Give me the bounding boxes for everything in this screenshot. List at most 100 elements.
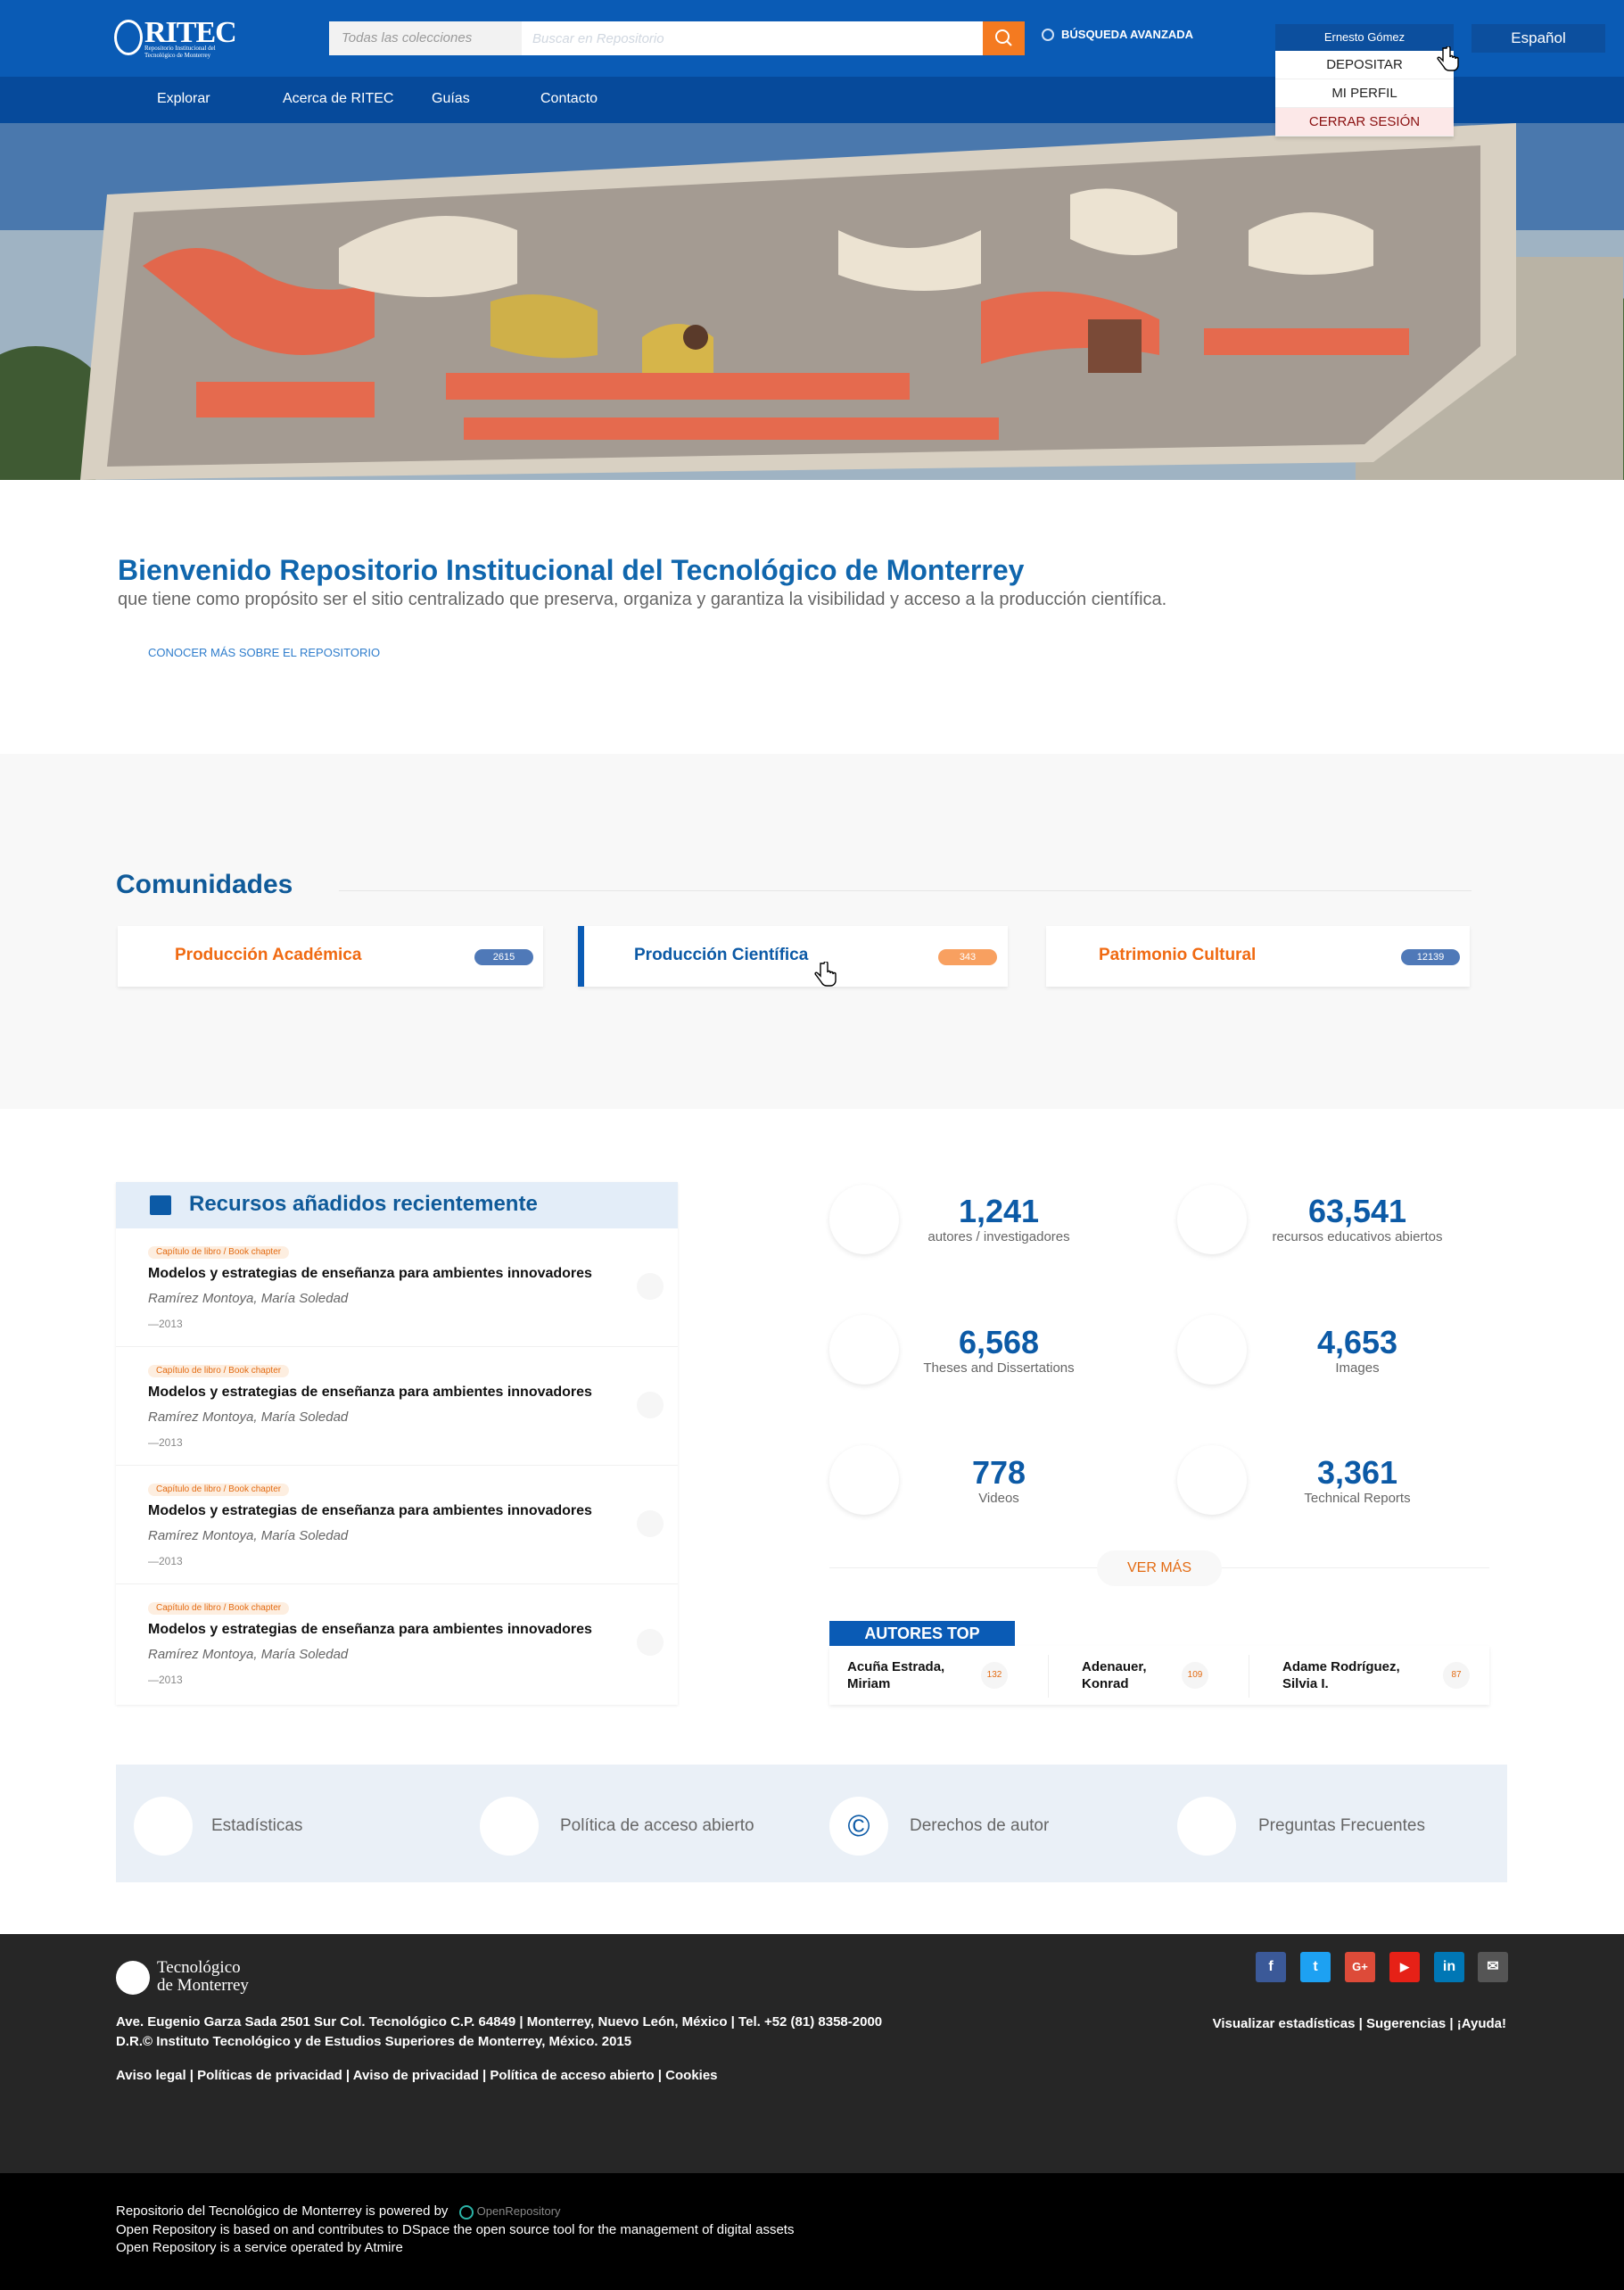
resource-action-icon[interactable]: [637, 1273, 664, 1300]
author-name-line: Silvia I.: [1282, 1676, 1329, 1691]
community-card-patrimonio[interactable]: Patrimonio Cultural 12139: [1046, 926, 1470, 987]
author-count-badge: 87: [1443, 1662, 1470, 1689]
divider: [1048, 1655, 1049, 1698]
list-item[interactable]: Capítulo de libro / Book chapter Modelos…: [116, 1584, 678, 1703]
youtube-icon[interactable]: ▶: [1389, 1952, 1420, 1982]
resource-year: —2013: [148, 1674, 183, 1686]
community-count-badge: 2615: [474, 949, 533, 965]
nav-acerca[interactable]: Acerca de RITEC: [283, 77, 393, 123]
resource-type-tag: Capítulo de libro / Book chapter: [148, 1365, 290, 1377]
menu-item-cerrar-sesion[interactable]: CERRAR SESIÓN: [1275, 108, 1454, 136]
author-name[interactable]: Adame Rodríguez, Silvia I.: [1282, 1658, 1400, 1692]
resource-action-icon[interactable]: [637, 1629, 664, 1656]
chart-icon[interactable]: [134, 1797, 193, 1856]
quick-link-acceso-abierto[interactable]: Política de acceso abierto: [560, 1816, 754, 1836]
twitter-icon[interactable]: t: [1300, 1952, 1331, 1982]
tec-logo-text: Tecnológico de Monterrey: [157, 1959, 249, 1995]
community-card-academica[interactable]: Producción Académica 2615: [118, 926, 543, 987]
email-icon[interactable]: ✉: [1478, 1952, 1508, 1982]
quick-link-faq[interactable]: Preguntas Frecuentes: [1258, 1816, 1425, 1836]
list-item[interactable]: Capítulo de libro / Book chapter Modelos…: [116, 1466, 678, 1584]
google-plus-icon[interactable]: G+: [1345, 1952, 1375, 1982]
linkedin-icon[interactable]: in: [1434, 1952, 1464, 1982]
hero-banner: [0, 123, 1624, 480]
top-authors-list: Acuña Estrada, Miriam 132 Adenauer, Konr…: [829, 1646, 1489, 1705]
resource-year: —2013: [148, 1555, 183, 1567]
stat-value: 3,361: [1316, 1454, 1398, 1491]
footer-legal-links[interactable]: Aviso legal | Políticas de privacidad | …: [116, 2068, 718, 2083]
resource-title[interactable]: Modelos y estrategias de enseñanza para …: [148, 1503, 592, 1519]
hand-cursor-icon: [1437, 46, 1459, 71]
ritec-logo[interactable]: RITEC Repositorio Institucional del Tecn…: [114, 16, 237, 59]
nav-contacto[interactable]: Contacto: [540, 77, 598, 123]
copyright-icon[interactable]: ©: [829, 1797, 888, 1856]
quick-link-estadisticas[interactable]: Estadísticas: [211, 1816, 302, 1836]
powered-by-line: Repositorio del Tecnológico de Monterrey…: [116, 2203, 561, 2220]
book-icon: [150, 1195, 171, 1215]
copyright-glyph: ©: [847, 1809, 870, 1843]
faq-icon[interactable]: [1177, 1797, 1236, 1856]
logo-subtitle: Repositorio Institucional del Tecnológic…: [144, 45, 216, 59]
language-selector[interactable]: Español: [1471, 24, 1605, 53]
stat-value: 778: [971, 1454, 1026, 1491]
tec-logo-line: de Monterrey: [157, 1976, 249, 1995]
resource-title[interactable]: Modelos y estrategias de enseñanza para …: [148, 1622, 592, 1638]
tec-seal-icon: [116, 1961, 150, 1995]
author-name-line: Adame Rodríguez,: [1282, 1659, 1400, 1674]
author-name[interactable]: Acuña Estrada, Miriam: [847, 1658, 944, 1692]
resource-author: Ramírez Montoya, María Soledad: [148, 1291, 349, 1306]
author-name[interactable]: Adenauer, Konrad: [1082, 1658, 1147, 1692]
advanced-search-link[interactable]: BÚSQUEDA AVANZADA: [1042, 28, 1193, 41]
view-more-button[interactable]: VER MÁS: [1097, 1550, 1222, 1586]
nav-explorar[interactable]: Explorar: [157, 77, 210, 123]
search-icon: [995, 29, 1012, 46]
stat-value: 4,653: [1316, 1324, 1398, 1360]
nav-guias[interactable]: Guías: [432, 77, 470, 123]
author-count-badge: 109: [1182, 1662, 1208, 1689]
menu-item-mi-perfil[interactable]: MI PERFIL: [1275, 79, 1454, 108]
top-authors-title: AUTORES TOP: [829, 1621, 1015, 1646]
search-scope-select[interactable]: Todas las colecciones: [329, 21, 522, 55]
atmire-line: Open Repository is a service operated by…: [116, 2240, 403, 2255]
address-line: Ave. Eugenio Garza Sada 2501 Sur Col. Te…: [116, 2014, 883, 2030]
stat-value: 63,541: [1307, 1193, 1407, 1229]
community-name: Patrimonio Cultural: [1099, 946, 1257, 964]
author-name-line: Miriam: [847, 1676, 891, 1691]
footer-help-links[interactable]: Visualizar estadísticas | Sugerencias | …: [1213, 2016, 1506, 2031]
stat-label: recursos educativos abiertos: [1272, 1229, 1443, 1244]
resource-action-icon[interactable]: [637, 1510, 664, 1537]
search-input[interactable]: [522, 21, 955, 55]
resource-year: —2013: [148, 1436, 183, 1449]
tec-logo-line: Tecnológico: [157, 1958, 241, 1977]
mural-image: [0, 123, 1624, 480]
dspace-line: Open Repository is based on and contribu…: [116, 2222, 795, 2237]
sub-footer: Repositorio del Tecnológico de Monterrey…: [0, 2173, 1624, 2290]
tec-logo[interactable]: Tecnológico de Monterrey: [116, 1959, 259, 1997]
author-name-line: Adenauer,: [1082, 1659, 1147, 1674]
resource-author: Ramírez Montoya, María Soledad: [148, 1410, 349, 1425]
list-item[interactable]: Capítulo de libro / Book chapter Modelos…: [116, 1228, 678, 1347]
user-menu-button[interactable]: Ernesto Gómez: [1275, 24, 1454, 51]
footer-address: Ave. Eugenio Garza Sada 2501 Sur Col. Te…: [116, 2013, 882, 2052]
user-dropdown: DEPOSITAR MI PERFIL CERRAR SESIÓN: [1275, 51, 1454, 136]
openrepository-logo[interactable]: OpenRepository: [458, 2204, 561, 2220]
stat-icon: [1177, 1315, 1247, 1385]
learn-more-link[interactable]: CONOCER MÁS SOBRE EL REPOSITORIO: [148, 646, 380, 659]
search-button[interactable]: [983, 21, 1025, 55]
facebook-icon[interactable]: f: [1256, 1952, 1286, 1982]
community-card-cientifica[interactable]: Producción Científica 343: [578, 926, 1008, 987]
resource-title[interactable]: Modelos y estrategias de enseñanza para …: [148, 1266, 592, 1282]
author-name-line: Acuña Estrada,: [847, 1659, 945, 1674]
quick-link-derechos[interactable]: Derechos de autor: [910, 1816, 1049, 1836]
advanced-search-label: BÚSQUEDA AVANZADA: [1061, 28, 1194, 41]
quick-links-bar: Estadísticas Política de acceso abierto …: [116, 1765, 1507, 1882]
resource-title[interactable]: Modelos y estrategias de enseñanza para …: [148, 1385, 592, 1401]
menu-item-depositar[interactable]: DEPOSITAR: [1275, 51, 1454, 79]
resource-action-icon[interactable]: [637, 1392, 664, 1418]
open-access-icon[interactable]: [480, 1797, 539, 1856]
recent-resources-panel: Recursos añadidos recientemente Capítulo…: [116, 1182, 678, 1705]
list-item[interactable]: Capítulo de libro / Book chapter Modelos…: [116, 1347, 678, 1466]
stat-label: Theses and Dissertations: [923, 1360, 1075, 1376]
resource-year: —2013: [148, 1318, 183, 1330]
stat-label: Technical Reports: [1304, 1491, 1411, 1506]
